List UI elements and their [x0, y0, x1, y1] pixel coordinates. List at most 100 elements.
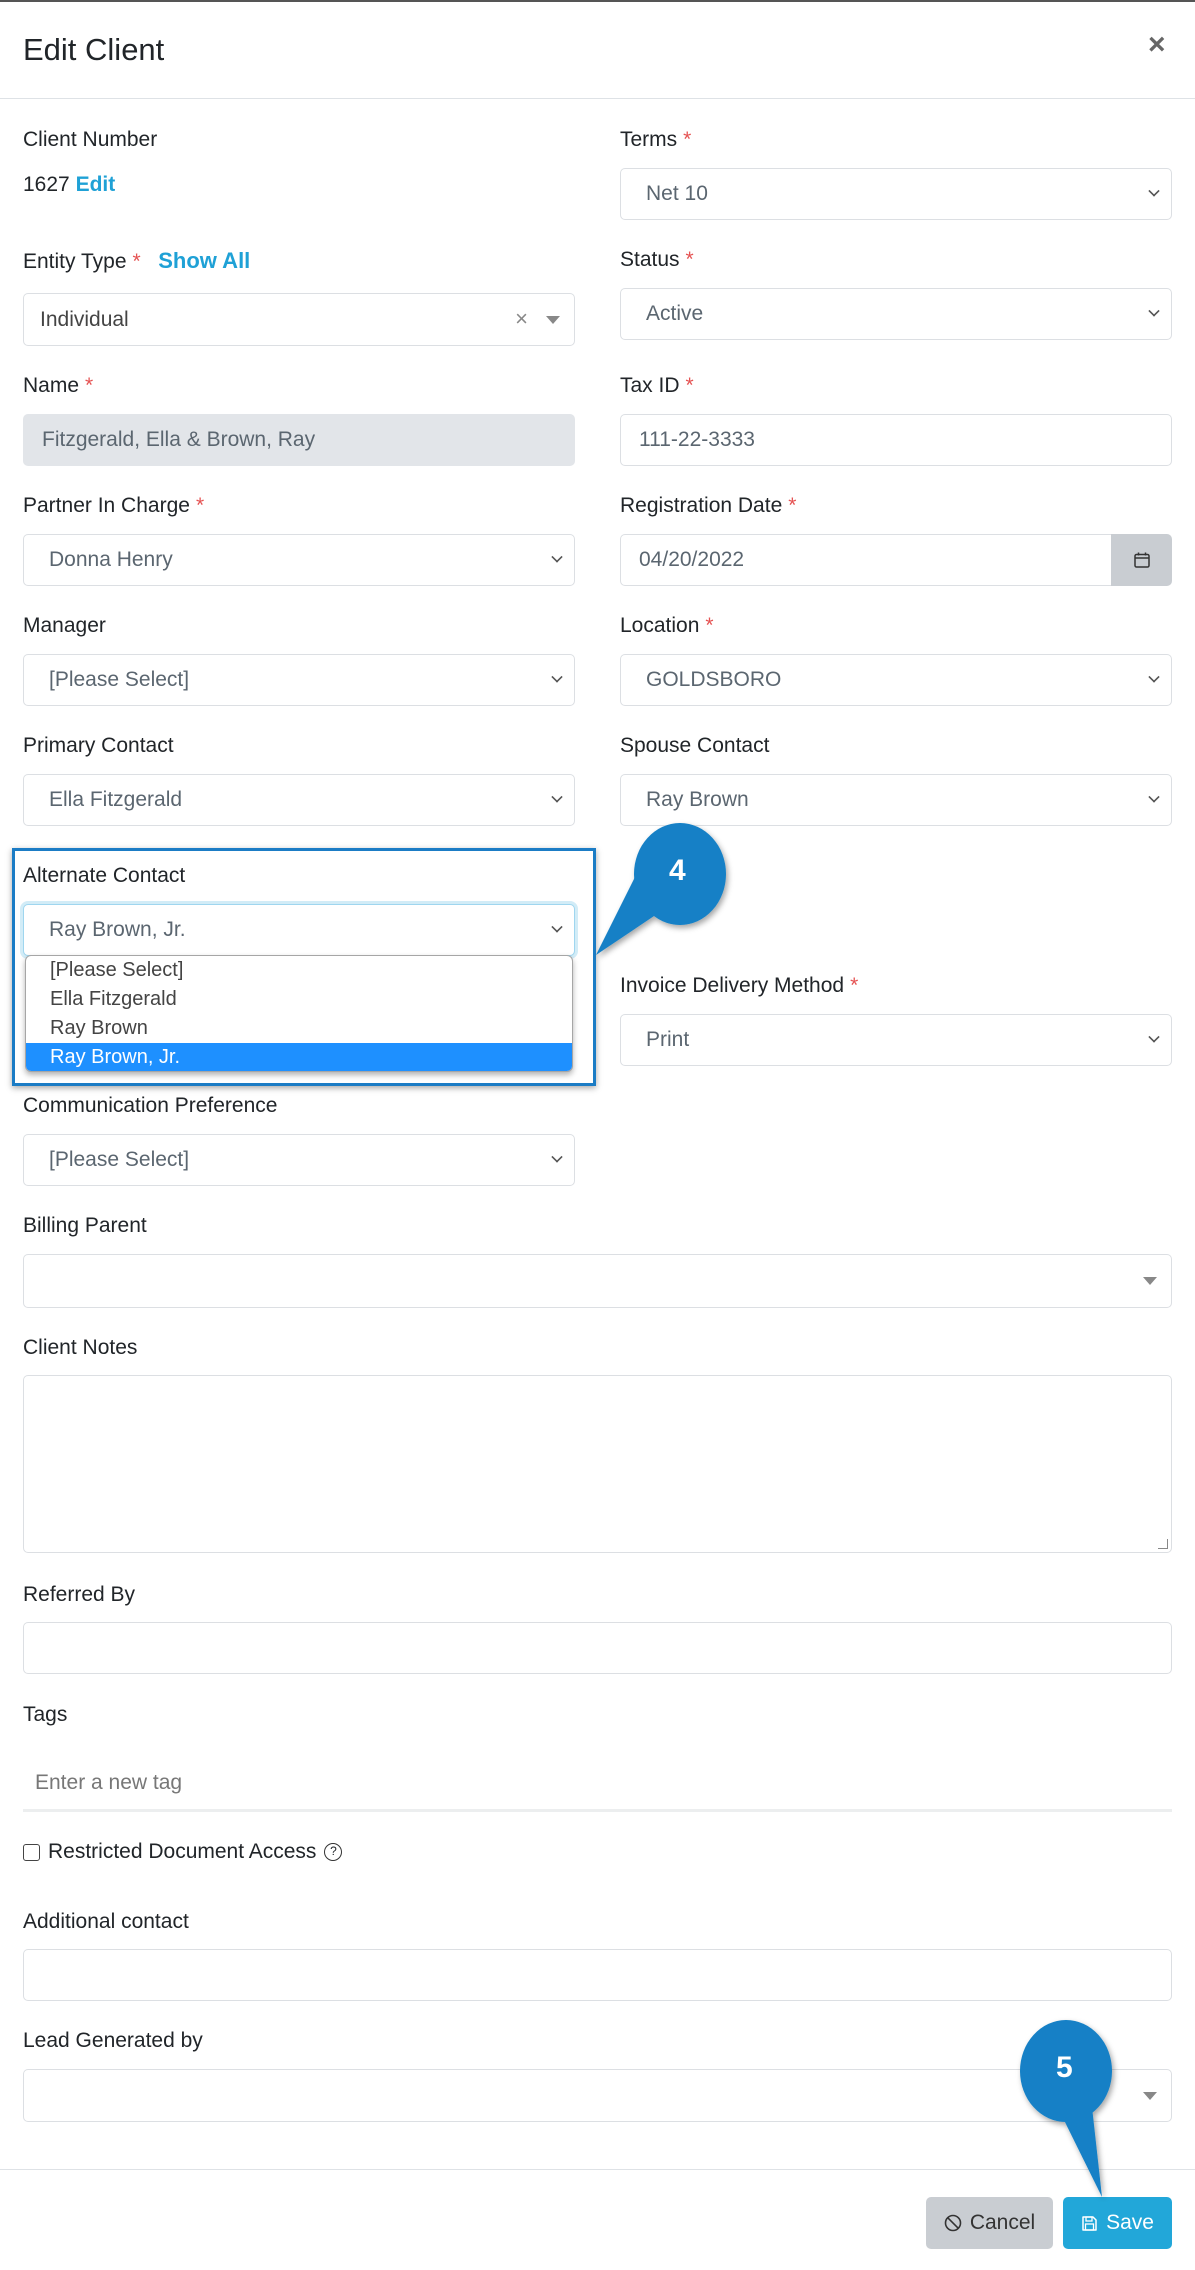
cancel-label: Cancel: [969, 2211, 1036, 2234]
chevron-down-icon: [1148, 305, 1160, 317]
chevron-down-icon: [1148, 791, 1160, 803]
terms-label-text: Terms: [620, 128, 678, 151]
help-icon[interactable]: ?: [324, 1843, 343, 1861]
calendar-button[interactable]: [1111, 534, 1172, 586]
registration-date-label: Registration Date *: [620, 494, 796, 518]
chevron-down-icon: [551, 551, 563, 563]
location-select[interactable]: GOLDSBORO: [620, 654, 1172, 706]
required-marker: *: [850, 974, 859, 997]
communication-preference-label: Communication Preference: [23, 1094, 278, 1117]
tags-input[interactable]: Enter a new tag: [23, 1757, 1172, 1812]
chevron-down-icon: [551, 791, 563, 803]
option-ray-brown[interactable]: Ray Brown: [26, 1014, 572, 1043]
entity-type-select[interactable]: Individual ×: [23, 293, 575, 346]
cancel-button[interactable]: Cancel: [926, 2197, 1053, 2249]
show-all-link[interactable]: Show All: [158, 248, 250, 273]
chevron-down-icon: [551, 921, 563, 933]
client-notes-textarea[interactable]: [23, 1375, 1172, 1553]
chevron-down-icon: [1148, 671, 1160, 683]
terms-label: Terms *: [620, 128, 691, 152]
partner-in-charge-label: Partner In Charge *: [23, 494, 204, 518]
entity-type-label: Entity Type * Show All: [23, 248, 250, 274]
chevron-down-icon: [1148, 1031, 1160, 1043]
caret-down-icon: [1143, 2092, 1157, 2100]
referred-by-input[interactable]: [23, 1622, 1172, 1674]
calendar-icon: [1133, 552, 1150, 568]
additional-contact-label: Additional contact: [23, 1910, 189, 1933]
required-marker: *: [195, 494, 205, 517]
partner-in-charge-select[interactable]: Donna Henry: [23, 534, 575, 586]
dialog-title: Edit Client: [23, 32, 165, 67]
ban-icon: [944, 2214, 962, 2232]
save-button[interactable]: Save: [1063, 2197, 1172, 2249]
primary-contact-select[interactable]: Ella Fitzgerald: [23, 774, 575, 826]
client-notes-label: Client Notes: [23, 1336, 138, 1359]
invoice-delivery-select[interactable]: Print: [620, 1014, 1172, 1066]
location-label: Location *: [620, 614, 714, 638]
caret-down-icon: [546, 316, 560, 324]
restricted-document-access-row: Restricted Document Access ?: [23, 1840, 343, 1864]
manager-select[interactable]: [Please Select]: [23, 654, 575, 706]
required-marker: *: [85, 374, 94, 397]
restricted-document-access-label: Restricted Document Access: [48, 1840, 317, 1863]
additional-contact-input[interactable]: [23, 1949, 1172, 2001]
required-marker: *: [788, 494, 797, 517]
close-icon[interactable]: ×: [1148, 30, 1166, 60]
lead-generated-by-select[interactable]: [23, 2069, 1172, 2122]
tags-placeholder: Enter a new tag: [35, 1771, 183, 1794]
registration-date-input[interactable]: 04/20/2022: [620, 534, 1112, 586]
client-number-value: 1627: [23, 173, 70, 196]
invoice-delivery-label: Invoice Delivery Method *: [620, 974, 858, 998]
option-please-select[interactable]: [Please Select]: [26, 956, 572, 985]
registration-date-label-text: Registration Date: [620, 494, 783, 517]
entity-type-label-text: Entity Type: [23, 250, 127, 273]
required-marker: *: [132, 250, 141, 273]
footer-divider: [0, 2169, 1195, 2170]
spouse-contact-select[interactable]: Ray Brown: [620, 774, 1172, 826]
edit-client-dialog: Edit Client × Client Number 1627 Edit Te…: [0, 0, 1195, 2270]
required-marker: *: [683, 128, 692, 151]
callout-4-number: 4: [669, 854, 686, 887]
referred-by-label: Referred By: [23, 1583, 136, 1606]
terms-select[interactable]: Net 10: [620, 168, 1172, 220]
alternate-contact-select[interactable]: Ray Brown, Jr.: [23, 904, 575, 956]
billing-parent-select[interactable]: [23, 1254, 1172, 1308]
chevron-down-icon: [551, 671, 563, 683]
required-marker: *: [705, 614, 714, 637]
terms-value: Net 10: [646, 182, 708, 205]
status-select[interactable]: Active: [620, 288, 1172, 340]
communication-preference-value: [Please Select]: [49, 1148, 190, 1171]
option-ella-fitzgerald[interactable]: Ella Fitzgerald: [26, 985, 572, 1014]
alternate-contact-value: Ray Brown, Jr.: [49, 918, 186, 941]
status-value: Active: [646, 302, 704, 325]
restricted-document-access-checkbox[interactable]: [23, 1843, 40, 1861]
caret-down-icon: [1143, 1277, 1157, 1285]
name-value: Fitzgerald, Ella & Brown, Ray: [42, 428, 316, 451]
primary-contact-value: Ella Fitzgerald: [49, 788, 183, 811]
partner-in-charge-value: Donna Henry: [49, 548, 173, 571]
edit-client-number-link[interactable]: Edit: [76, 173, 116, 196]
communication-preference-select[interactable]: [Please Select]: [23, 1134, 575, 1186]
status-label: Status *: [620, 248, 694, 272]
billing-parent-label: Billing Parent: [23, 1214, 147, 1237]
spouse-contact-label: Spouse Contact: [620, 734, 770, 757]
option-ray-brown-jr[interactable]: Ray Brown, Jr.: [26, 1043, 572, 1071]
manager-label: Manager: [23, 614, 106, 637]
resize-handle-icon[interactable]: [1158, 1539, 1168, 1549]
dialog-header: Edit Client ×: [0, 2, 1195, 99]
name-label: Name *: [23, 374, 93, 398]
entity-type-value: Individual: [40, 307, 129, 331]
spouse-contact-value: Ray Brown: [646, 788, 749, 811]
tax-id-input[interactable]: 111-22-3333: [620, 414, 1172, 466]
client-number-label: Client Number: [23, 128, 158, 151]
callout-4-bubble: [596, 823, 726, 955]
clear-icon[interactable]: ×: [515, 306, 528, 332]
required-marker: *: [685, 248, 694, 271]
tax-id-label-text: Tax ID: [620, 374, 680, 397]
chevron-down-icon: [551, 1151, 563, 1163]
partner-label-text: Partner In Charge: [23, 494, 190, 517]
location-label-text: Location: [620, 614, 700, 637]
location-value: GOLDSBORO: [646, 668, 782, 691]
manager-value: [Please Select]: [49, 668, 190, 691]
name-input: Fitzgerald, Ella & Brown, Ray: [23, 414, 575, 466]
